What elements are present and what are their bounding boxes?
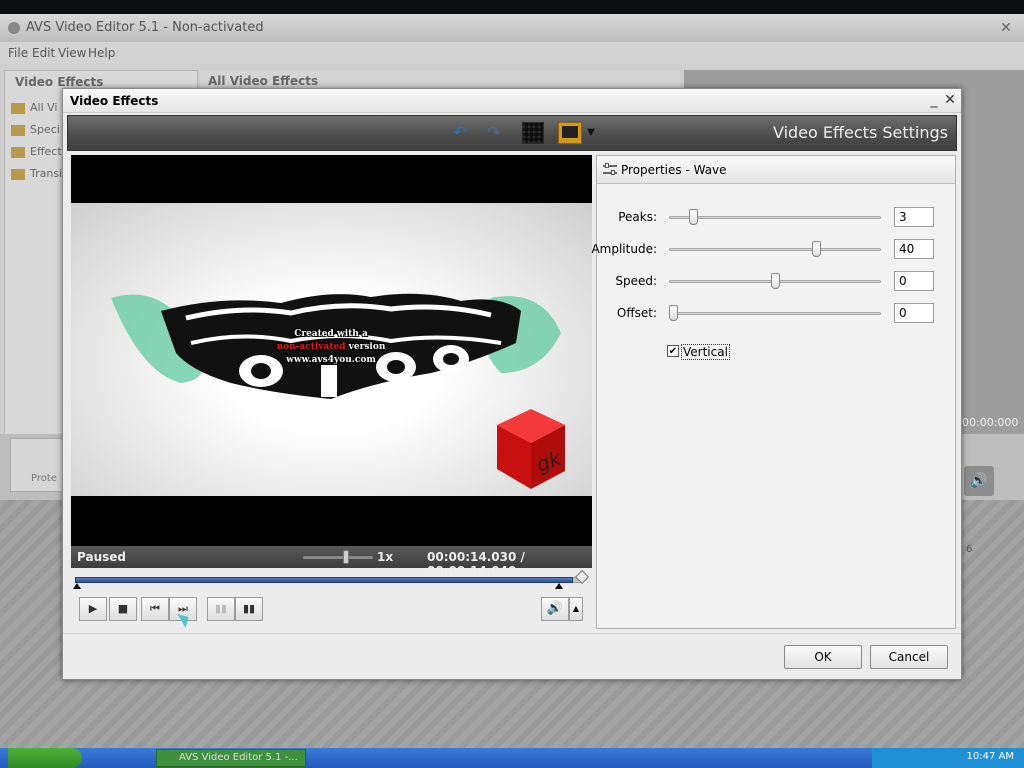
- playback-status-bar: Paused 1x 00:00:14.030 / 00:00:14.040: [71, 546, 592, 578]
- slider-track[interactable]: [669, 312, 881, 315]
- folder-icon: [11, 168, 25, 180]
- speed-slider-track[interactable]: [303, 556, 373, 559]
- seek-progress: [75, 577, 573, 583]
- redo-icon[interactable]: ↷: [482, 121, 506, 145]
- ok-button[interactable]: OK: [784, 645, 862, 669]
- volume-button[interactable]: 🔊: [541, 597, 569, 621]
- vertical-checkbox[interactable]: ✔: [667, 345, 679, 357]
- speaker-icon: 🔊: [546, 601, 564, 616]
- timeline-ruler-number: 6: [966, 544, 973, 555]
- category-special[interactable]: Speci: [11, 123, 60, 141]
- undo-icon[interactable]: ↶: [448, 121, 472, 145]
- effects-panel-header: Video Effects: [15, 75, 104, 89]
- property-offset: Offset: 0: [597, 302, 955, 324]
- video-frame: Created with a non-activated version www…: [71, 203, 592, 496]
- frame-forward-icon: ▮▮: [242, 602, 256, 615]
- app-logo-icon: [8, 22, 20, 34]
- sliders-icon: [603, 163, 617, 176]
- menu-view[interactable]: View: [58, 46, 86, 60]
- slider-track[interactable]: [669, 248, 881, 251]
- slider-track[interactable]: [669, 216, 881, 219]
- stop-button[interactable]: ■: [109, 597, 137, 621]
- property-value-field[interactable]: 0: [894, 271, 934, 291]
- frame-back-icon: ▮▮: [214, 602, 228, 615]
- clock: 10:47 AM: [966, 751, 1014, 762]
- property-value-field[interactable]: 0: [894, 303, 934, 323]
- menu-file[interactable]: File: [8, 46, 28, 60]
- category-all[interactable]: All Vi: [11, 101, 57, 119]
- marker-out-icon[interactable]: [555, 583, 563, 589]
- frame-forward-button[interactable]: ▮▮: [235, 597, 263, 621]
- video-effects-dialog: Video Effects _ ✕ ↶ ↷ ▼ Video Effects Se…: [62, 88, 962, 680]
- property-speed: Speed: 0: [597, 270, 955, 292]
- slider-knob[interactable]: [689, 209, 699, 225]
- close-icon[interactable]: ✕: [943, 91, 957, 109]
- marker-in-icon[interactable]: [73, 583, 81, 589]
- app-title: AVS Video Editor 5.1 - Non-activated: [26, 20, 264, 35]
- property-value-field[interactable]: 3: [894, 207, 934, 227]
- properties-panel: Properties - Wave Peaks: 3 Amplitude: 40…: [591, 155, 956, 629]
- play-icon: ▶: [88, 602, 98, 615]
- frame-back-button[interactable]: ▮▮: [207, 597, 235, 621]
- app-speaker-icon[interactable]: 🔊: [964, 466, 994, 496]
- slider-knob[interactable]: [811, 241, 821, 257]
- play-button[interactable]: ▶: [79, 597, 107, 621]
- skip-back-icon: ⏮: [150, 602, 160, 615]
- slider-knob[interactable]: [669, 305, 678, 321]
- system-tray: 10:47 AM: [872, 748, 1024, 768]
- start-button[interactable]: [8, 748, 82, 768]
- app-close-icon[interactable]: ✕: [998, 20, 1014, 36]
- minimize-icon[interactable]: _: [927, 91, 941, 109]
- seek-bar[interactable]: [73, 569, 590, 589]
- property-peaks: Peaks: 3: [597, 206, 955, 228]
- property-label: Peaks:: [618, 210, 657, 224]
- property-value-field[interactable]: 40: [894, 239, 934, 259]
- playback-state: Paused: [77, 550, 126, 564]
- properties-header: Properties - Wave: [597, 156, 955, 184]
- property-label: Amplitude:: [591, 242, 657, 256]
- app-timecode: 00:00:000: [962, 416, 1019, 429]
- folder-icon: [11, 146, 25, 158]
- menu-help[interactable]: Help: [88, 46, 115, 60]
- property-label: Speed:: [615, 274, 657, 288]
- vertical-label[interactable]: Vertical: [681, 344, 730, 360]
- taskbar: AVS Video Editor 5.1 -... 10:47 AM: [0, 748, 1024, 768]
- category-transitions[interactable]: Transi: [11, 167, 62, 185]
- desktop-background: [0, 0, 1024, 14]
- category-effects[interactable]: Effect: [11, 145, 62, 163]
- property-label: Offset:: [616, 306, 657, 320]
- toolbar-title: Video Effects Settings: [772, 123, 948, 142]
- stop-icon: ■: [117, 602, 129, 615]
- watermark-text: Created with a non-activated version www…: [276, 329, 386, 365]
- dialog-title: Video Effects: [70, 94, 159, 108]
- speed-slider-knob[interactable]: [343, 550, 349, 564]
- grid-icon[interactable]: [522, 122, 544, 144]
- project-button[interactable]: Prote: [10, 438, 66, 492]
- volume-dropdown-icon[interactable]: ▲: [569, 597, 583, 621]
- menu-edit[interactable]: Edit: [32, 46, 55, 60]
- effects-toolbar: ↶ ↷ ▼ Video Effects Settings: [67, 115, 957, 151]
- properties-title: Properties - Wave: [621, 163, 727, 177]
- skip-back-button[interactable]: ⏮: [141, 597, 169, 621]
- app-titlebar: AVS Video Editor 5.1 - Non-activated ✕: [0, 14, 1024, 42]
- speed-value: 1x: [377, 550, 394, 564]
- red-cube-logo: gk: [497, 409, 566, 489]
- dialog-titlebar: Video Effects _ ✕: [63, 89, 961, 113]
- time-readout: 00:00:14.030 / 00:00:14.040: [427, 550, 525, 578]
- preview-dropdown-icon[interactable]: ▼: [584, 121, 598, 145]
- video-preview: Created with a non-activated version www…: [71, 155, 592, 546]
- taskbar-app-item[interactable]: AVS Video Editor 5.1 -...: [156, 749, 306, 767]
- property-amplitude: Amplitude: 40: [591, 238, 955, 260]
- preview-monitor-icon[interactable]: [558, 122, 582, 144]
- folder-icon: [11, 124, 25, 136]
- slider-knob[interactable]: [771, 273, 780, 289]
- dialog-separator: [63, 633, 961, 634]
- cancel-button[interactable]: Cancel: [870, 645, 948, 669]
- app-menubar: File Edit View Help: [0, 42, 1024, 64]
- folder-icon: [11, 102, 25, 114]
